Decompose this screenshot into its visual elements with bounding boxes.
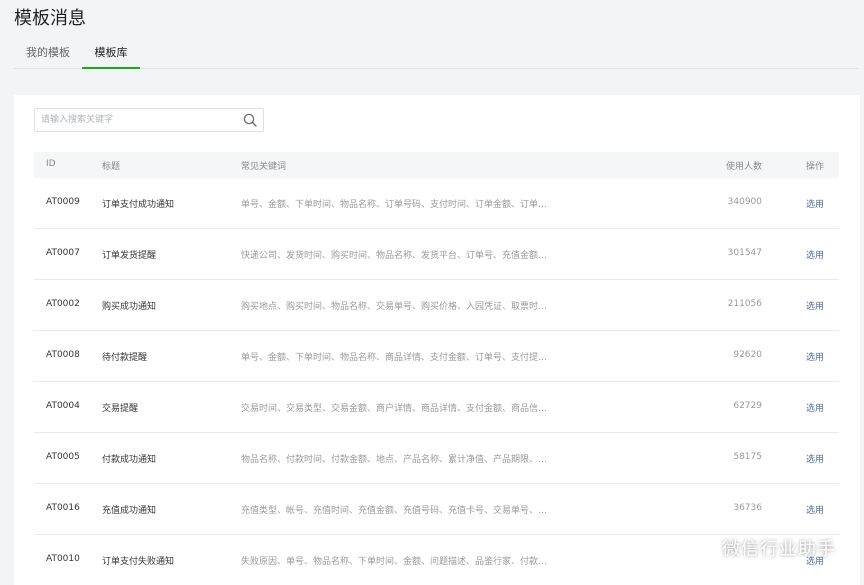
- row-id: AT0007: [46, 248, 80, 258]
- row-users: 301547: [727, 248, 762, 258]
- row-title: 交易提醒: [102, 404, 139, 414]
- row-id: AT0004: [46, 401, 80, 411]
- table-row: AT0007 订单发货提醒 快递公司、发货时间、购买时间、物品名称、发货平台、订…: [34, 229, 839, 280]
- select-button[interactable]: 选用: [806, 503, 824, 516]
- select-button[interactable]: 选用: [806, 452, 824, 465]
- row-title: 订单支付失败通知: [102, 557, 175, 567]
- page-title: 模板消息: [14, 8, 86, 29]
- row-keywords: 快递公司、发货时间、购买时间、物品名称、发货平台、订单号、充值金额…: [241, 251, 548, 261]
- row-id: AT0008: [46, 350, 80, 360]
- row-keywords: 物品名称、付款时间、付款金额、地点、产品名称、累计净值、产品期限、…: [241, 455, 548, 465]
- row-users: 211056: [727, 299, 762, 309]
- search-icon[interactable]: [243, 113, 257, 127]
- row-title: 购买成功通知: [102, 302, 157, 312]
- row-users: 340900: [727, 197, 762, 207]
- tab-my-templates[interactable]: 我的模板: [26, 46, 70, 69]
- row-users: 36736: [733, 503, 762, 513]
- table-header: ID 标题 常见关键词 使用人数 操作: [34, 152, 839, 178]
- tab-bar: 我的模板 模板库: [14, 40, 858, 69]
- search-input[interactable]: [35, 109, 235, 131]
- row-keywords: 失败原因、单号、物品名称、下单时间、金额、问题描述、品鉴行家、付款…: [241, 557, 548, 567]
- template-library-card: ID 标题 常见关键词 使用人数 操作 AT0009 订单支付成功通知 单号、金…: [14, 95, 860, 585]
- table-row: AT0005 付款成功通知 物品名称、付款时间、付款金额、地点、产品名称、累计净…: [34, 433, 839, 484]
- select-button[interactable]: 选用: [806, 248, 824, 261]
- header-title: 标题: [102, 162, 121, 172]
- tab-template-library[interactable]: 模板库: [82, 46, 140, 69]
- header-op: 操作: [806, 162, 825, 172]
- row-id: AT0005: [46, 452, 80, 462]
- row-users: 92620: [733, 350, 762, 360]
- row-keywords: 单号、金额、下单时间、物品名称、商品详情、支付金额、订单号、支付提…: [241, 353, 548, 363]
- row-title: 待付款提醒: [102, 353, 148, 363]
- row-keywords: 单号、金额、下单时间、物品名称、订单号码、支付时间、订单金额、订单…: [241, 200, 548, 210]
- row-users: 62729: [733, 401, 762, 411]
- row-title: 订单支付成功通知: [102, 200, 175, 210]
- select-button[interactable]: 选用: [806, 299, 824, 312]
- select-button[interactable]: 选用: [806, 197, 824, 210]
- search-box: [34, 108, 264, 132]
- header-keywords: 常见关键词: [241, 162, 287, 172]
- table-row: AT0004 交易提醒 交易时间、交易类型、交易金额、商户详情、商品详情、支付金…: [34, 382, 839, 433]
- row-keywords: 充值类型、帐号、充值时间、充值金额、充值号码、充值卡号、交易单号、…: [241, 506, 548, 516]
- watermark: 微信行业助手: [686, 536, 836, 560]
- table-row: AT0016 充值成功通知 充值类型、帐号、充值时间、充值金额、充值号码、充值卡…: [34, 484, 839, 535]
- row-id: AT0009: [46, 197, 80, 207]
- row-title: 充值成功通知: [102, 506, 157, 516]
- row-title: 订单发货提醒: [102, 251, 157, 261]
- table-row: AT0002 购买成功通知 购买地点、购买时间、物品名称、交易单号、购买价格、入…: [34, 280, 839, 331]
- header-id: ID: [46, 159, 56, 169]
- header-users: 使用人数: [725, 162, 762, 172]
- row-id: AT0016: [46, 503, 80, 513]
- row-keywords: 交易时间、交易类型、交易金额、商户详情、商品详情、支付金额、商品信…: [241, 404, 548, 414]
- row-id: AT0010: [46, 554, 80, 564]
- table-row: AT0008 待付款提醒 单号、金额、下单时间、物品名称、商品详情、支付金额、订…: [34, 331, 839, 382]
- wechat-icon: [687, 537, 715, 558]
- table-row: AT0009 订单支付成功通知 单号、金额、下单时间、物品名称、订单号码、支付时…: [34, 178, 839, 229]
- row-id: AT0002: [46, 299, 80, 309]
- row-title: 付款成功通知: [102, 455, 157, 465]
- watermark-text: 微信行业助手: [722, 539, 836, 560]
- row-users: 58175: [733, 452, 762, 462]
- select-button[interactable]: 选用: [806, 350, 824, 363]
- row-keywords: 购买地点、购买时间、物品名称、交易单号、购买价格、入园凭证、取票时…: [241, 302, 548, 312]
- select-button[interactable]: 选用: [806, 401, 824, 414]
